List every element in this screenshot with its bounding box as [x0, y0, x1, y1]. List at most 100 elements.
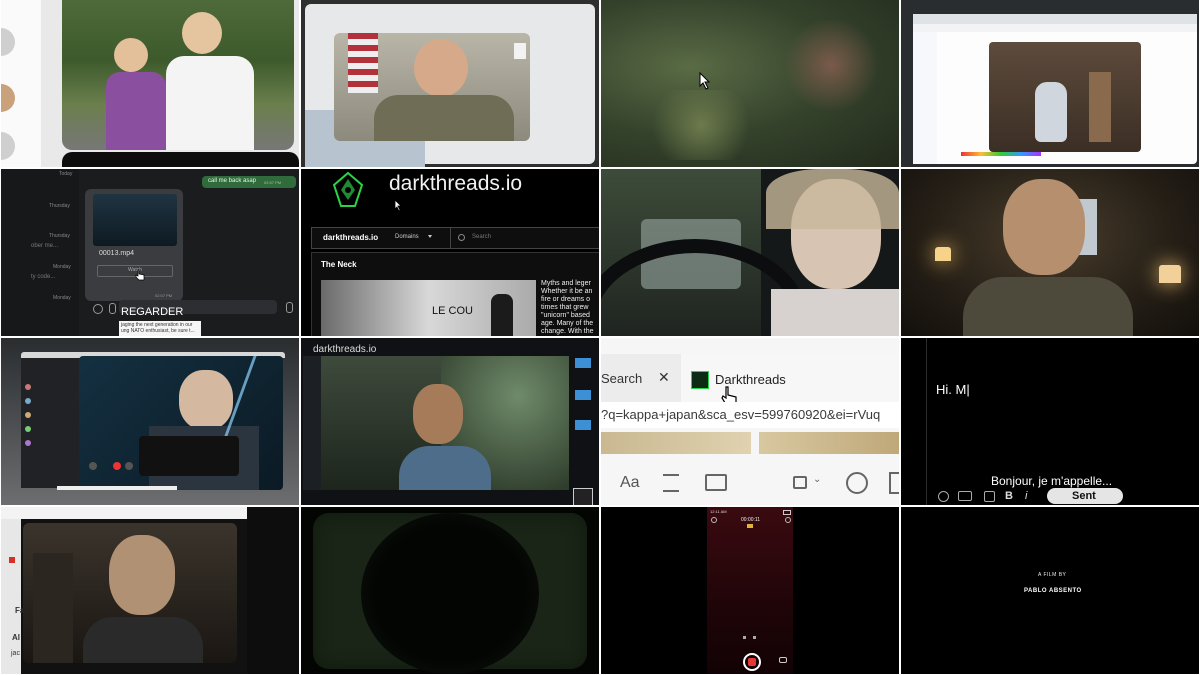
chat-snippet[interactable]: ty code... — [31, 274, 55, 280]
lock-icon[interactable] — [793, 476, 807, 489]
caption-card: jaging the next generation in our ung NA… — [119, 321, 201, 336]
site-label: darkthreads.io — [313, 344, 377, 355]
article-text: Myths and leger Whether it be an fire or… — [541, 280, 599, 336]
frame-desktop-browser — [901, 0, 1199, 167]
subtitle: REGARDER — [121, 306, 184, 318]
call-control-icon[interactable] — [89, 462, 97, 470]
address-bar[interactable]: ?q=kappa+japan&sca_esv=599760920&ei=rVuq — [601, 402, 899, 428]
caption-line: ung NATO enthusiast, be sure t... — [121, 328, 195, 334]
sidebar-label: Al — [12, 633, 20, 642]
mouse-cursor-icon — [699, 72, 711, 90]
site-title: darkthreads.io — [389, 172, 523, 195]
chat-day-label: Monday — [53, 264, 71, 270]
article-line: age. Many of the — [541, 320, 594, 327]
url-text[interactable]: ?q=kappa+japan&sca_esv=599760920&ei=rVuq — [601, 407, 880, 422]
darkthreads-logo-icon — [332, 171, 364, 207]
recording-timer: 00:00:11 — [741, 517, 761, 523]
credit-line: A FILM BY — [1038, 572, 1067, 578]
video-thumbnail[interactable] — [93, 194, 177, 246]
message-bubble: call me back asap 02:57 PM — [202, 176, 296, 188]
table-icon[interactable] — [705, 474, 727, 491]
article-line: Whether it be an — [541, 288, 593, 295]
article-line: change. With the — [541, 328, 594, 335]
article-line: fire or dreams o — [541, 296, 591, 303]
mouse-cursor-icon — [394, 199, 402, 212]
frame-boys-photo — [1, 0, 299, 167]
control-icon[interactable] — [743, 636, 746, 639]
call-control-icon[interactable] — [125, 462, 133, 470]
chat-day-label: Today — [59, 171, 73, 177]
settings-icon[interactable] — [785, 517, 791, 523]
video-frame — [321, 356, 569, 490]
gif-icon[interactable] — [958, 491, 972, 501]
phone-screen: 12:11 AM 00:00:11 — [707, 507, 793, 674]
bottom-toolbar: Aa ⌄ — [601, 458, 899, 505]
section-card: The Neck LE COU Myths and leger Whether … — [311, 252, 599, 336]
send-button-label: Sent — [1072, 490, 1096, 502]
chat-day-label: Thursday — [49, 233, 70, 239]
search-field[interactable]: Search — [450, 228, 599, 248]
credit-name: PABLO ABSENTO — [1024, 588, 1082, 594]
subtitle: Bonjour, je m'appelle... — [991, 474, 1113, 488]
frame-messenger: Today Thursday Thursday ober me... Monda… — [1, 169, 299, 336]
section-title: The Neck — [321, 260, 357, 269]
map-thumbnail — [759, 432, 899, 454]
search-icon — [458, 234, 465, 241]
chat-day-label: Thursday — [49, 203, 70, 209]
darkthreads-favicon-icon — [691, 371, 709, 389]
frame-soldier-video-call — [301, 0, 599, 167]
share-icon[interactable] — [889, 472, 899, 494]
nav-domains-dropdown[interactable]: Domains — [395, 234, 419, 240]
avatar — [25, 384, 31, 390]
file-name: 00013.mp4 — [99, 250, 135, 257]
emoji-icon[interactable] — [938, 491, 949, 502]
article-image: LE COU — [321, 280, 536, 336]
close-icon[interactable] — [711, 517, 717, 523]
chat-snippet[interactable]: ober me... — [31, 243, 58, 249]
close-icon[interactable]: ✕ — [658, 369, 670, 386]
message-time: 02:57 PM — [264, 180, 282, 185]
frame-blurred-garden — [601, 0, 899, 167]
emoji-icon[interactable] — [93, 304, 103, 314]
avatar — [25, 412, 31, 418]
italic-button[interactable]: i — [1025, 490, 1027, 502]
sticker-icon[interactable] — [984, 491, 995, 502]
stop-record-button[interactable] — [743, 653, 761, 671]
chevron-down-icon[interactable]: ⌄ — [813, 474, 821, 485]
send-button[interactable]: Sent — [1047, 488, 1123, 504]
add-person-icon[interactable] — [846, 472, 868, 494]
frame-dark-vignette — [301, 507, 599, 674]
battery-icon — [783, 510, 791, 515]
mic-icon[interactable] — [286, 302, 293, 313]
tab-darkthreads[interactable]: Darkthreads — [681, 354, 899, 402]
tab-label: Darkthreads — [715, 372, 786, 387]
frame-man-dark-room — [901, 169, 1199, 336]
photo — [62, 0, 294, 150]
video-call-window — [79, 356, 283, 490]
text-format-button[interactable]: Aa — [620, 474, 640, 492]
search-placeholder: Search — [472, 234, 492, 240]
stop-icon — [748, 658, 756, 666]
end-call-icon[interactable] — [113, 462, 121, 470]
control-icon[interactable] — [753, 636, 756, 639]
video-attachment-card[interactable]: 00013.mp4 Watch 02:07 PM — [85, 189, 183, 301]
site-navbar: darkthreads.io Domains Search — [311, 227, 599, 249]
tab-search[interactable]: Search ✕ — [601, 354, 681, 402]
flip-camera-icon[interactable] — [779, 657, 787, 663]
typed-message[interactable]: Hi. M| — [936, 382, 970, 397]
attach-icon[interactable] — [109, 303, 116, 314]
frame-desktop-video-call — [1, 338, 299, 505]
article-image-text: LE COU — [432, 305, 473, 317]
avatar — [25, 398, 31, 404]
avatar — [25, 426, 31, 432]
sidebar-label: jac — [11, 650, 20, 657]
bold-button[interactable]: B — [1005, 490, 1013, 502]
frame-darkthreads-site: darkthreads.io darkthreads.io Domains Se… — [301, 169, 599, 336]
nav-brand[interactable]: darkthreads.io — [323, 233, 378, 242]
frame-end-credit: A FILM BY PABLO ABSENTO — [901, 507, 1199, 674]
frame-browser-tabs: Search ✕ Darkthreads ?q=kappa+japan&sca_… — [601, 338, 899, 505]
checklist-icon[interactable] — [663, 474, 679, 492]
tab-label: Search — [601, 371, 643, 386]
map-thumbnail — [601, 432, 751, 454]
message-time: 02:07 PM — [155, 293, 173, 298]
